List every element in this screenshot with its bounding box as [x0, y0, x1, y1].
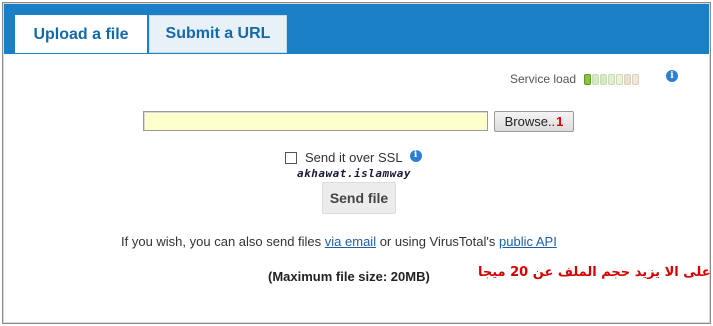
file-path-input[interactable]: [143, 111, 488, 131]
browse-button[interactable]: Browse.. 1: [494, 111, 574, 132]
tab-submit-url[interactable]: Submit a URL: [149, 15, 287, 53]
upload-content: Service load i Browse.. 1 Send it over SS…: [4, 54, 711, 322]
service-load-meter: [584, 73, 640, 85]
tab-upload-file[interactable]: Upload a file: [15, 15, 147, 53]
via-email-link[interactable]: via email: [325, 234, 376, 249]
alternative-upload-info: If you wish, you can also send files via…: [121, 234, 557, 249]
ssl-info-icon[interactable]: i: [409, 149, 422, 162]
ssl-label: Send it over SSL: [305, 150, 403, 165]
info-icon[interactable]: i: [666, 70, 678, 82]
send-file-button[interactable]: Send file: [322, 182, 396, 214]
max-file-size: (Maximum file size: 20MB): [268, 269, 430, 284]
load-meter-cell: [608, 73, 616, 85]
upload-panel: Upload a file Submit a URL Service load …: [2, 2, 711, 324]
ssl-checkbox[interactable]: [285, 151, 297, 164]
service-load-label: Service load: [510, 72, 577, 86]
load-meter-cell: [632, 73, 640, 85]
public-api-link[interactable]: public API: [499, 234, 557, 249]
load-meter-cell: [624, 73, 632, 85]
load-meter-cell: [592, 73, 600, 85]
service-load: Service load: [510, 72, 640, 86]
load-meter-cell: [616, 73, 624, 85]
watermark-text: akhawat.islamway: [297, 167, 411, 180]
browse-label: Browse..: [504, 114, 556, 129]
annotation-number: 1: [556, 114, 564, 129]
arabic-annotation: على الا يزيد حجم الملف عن 20 ميجا: [478, 265, 711, 280]
load-meter-cell: [584, 73, 592, 85]
ssl-option: Send it over SSL i: [285, 149, 422, 165]
info-prefix: If you wish, you can also send files: [121, 234, 325, 249]
load-meter-cell: [600, 73, 608, 85]
tab-bar: Upload a file Submit a URL: [4, 4, 709, 54]
info-middle: or using VirusTotal's: [376, 234, 499, 249]
